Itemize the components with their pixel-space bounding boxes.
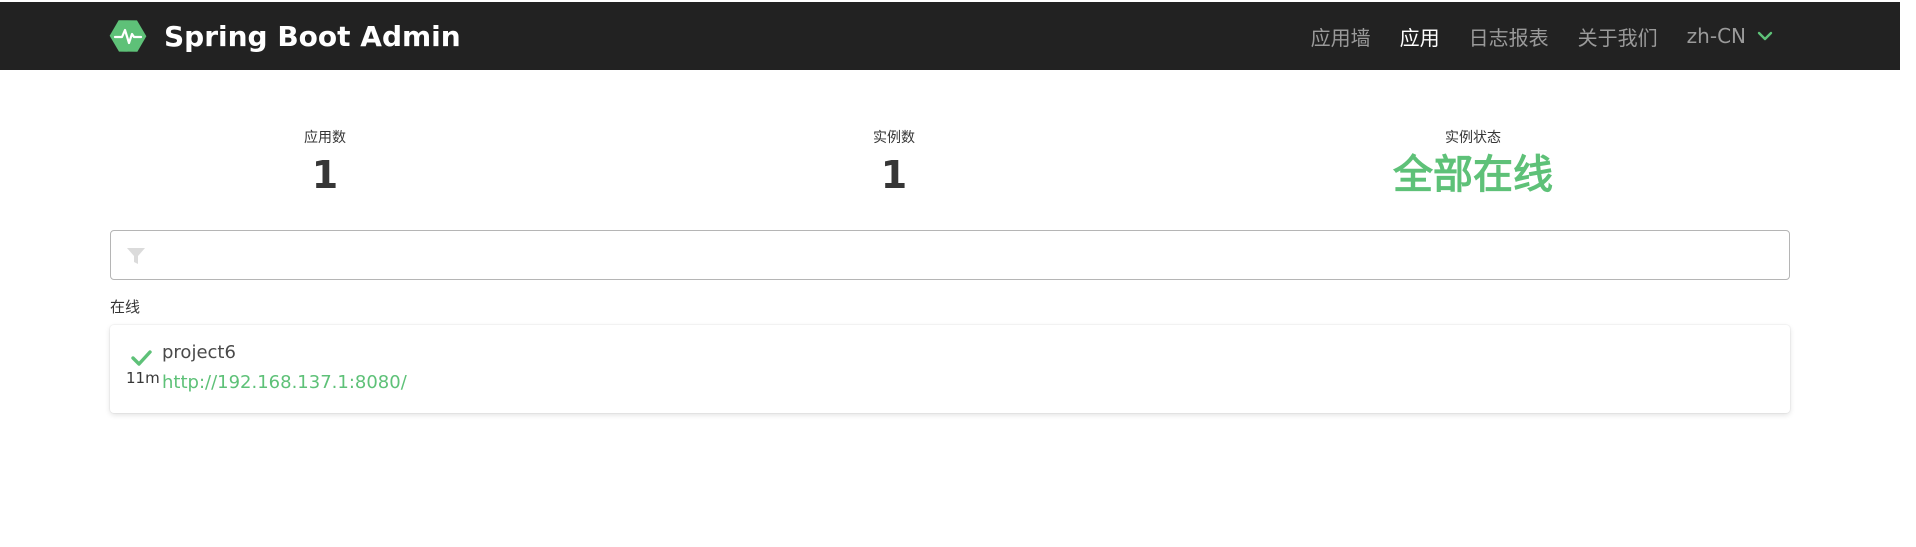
check-icon	[131, 350, 152, 366]
stat-applications: 应用数 1	[225, 124, 425, 198]
stat-instances-label: 实例数	[873, 130, 915, 146]
stat-instances-value: 1	[880, 153, 908, 197]
filter-field[interactable]	[110, 230, 1790, 280]
application-card[interactable]: 11m project6 http://192.168.137.1:8080/	[110, 325, 1790, 413]
application-url-link[interactable]: http://192.168.137.1:8080/	[162, 372, 407, 393]
navbar: Spring Boot Admin 应用墙 应用 日志报表 关于我们 zh-CN	[0, 2, 1900, 70]
brand[interactable]: Spring Boot Admin	[108, 16, 461, 56]
nav-item-applications[interactable]: 应用	[1400, 22, 1440, 51]
chevron-down-icon	[1757, 31, 1773, 41]
application-name[interactable]: project6	[162, 342, 236, 363]
group-label-online: 在线	[110, 298, 141, 316]
stat-applications-label: 应用数	[304, 130, 346, 146]
spring-boot-admin-logo-icon	[109, 20, 147, 52]
stat-instances: 实例数 1	[794, 124, 994, 198]
nav-item-about[interactable]: 关于我们	[1578, 22, 1658, 51]
filter-icon	[127, 248, 145, 264]
page: Spring Boot Admin 应用墙 应用 日志报表 关于我们 zh-CN…	[0, 0, 1916, 547]
app-title: Spring Boot Admin	[164, 19, 461, 53]
language-label: zh-CN	[1686, 24, 1746, 48]
uptime-label: 11m	[126, 369, 160, 387]
nav-item-journal[interactable]: 日志报表	[1469, 22, 1549, 51]
stat-status-label: 实例状态	[1445, 130, 1501, 146]
stat-status-value: 全部在线	[1393, 152, 1553, 198]
language-selector[interactable]: zh-CN	[1687, 24, 1774, 48]
nav-item-wallboard[interactable]: 应用墙	[1311, 22, 1371, 51]
top-nav: 应用墙 应用 日志报表 关于我们 zh-CN	[1282, 2, 1774, 70]
filter-input[interactable]	[161, 231, 1765, 279]
stat-status: 实例状态 全部在线	[1343, 124, 1603, 198]
summary-stats: 应用数 1 实例数 1 实例状态 全部在线	[110, 124, 1790, 204]
stat-applications-value: 1	[311, 153, 339, 197]
